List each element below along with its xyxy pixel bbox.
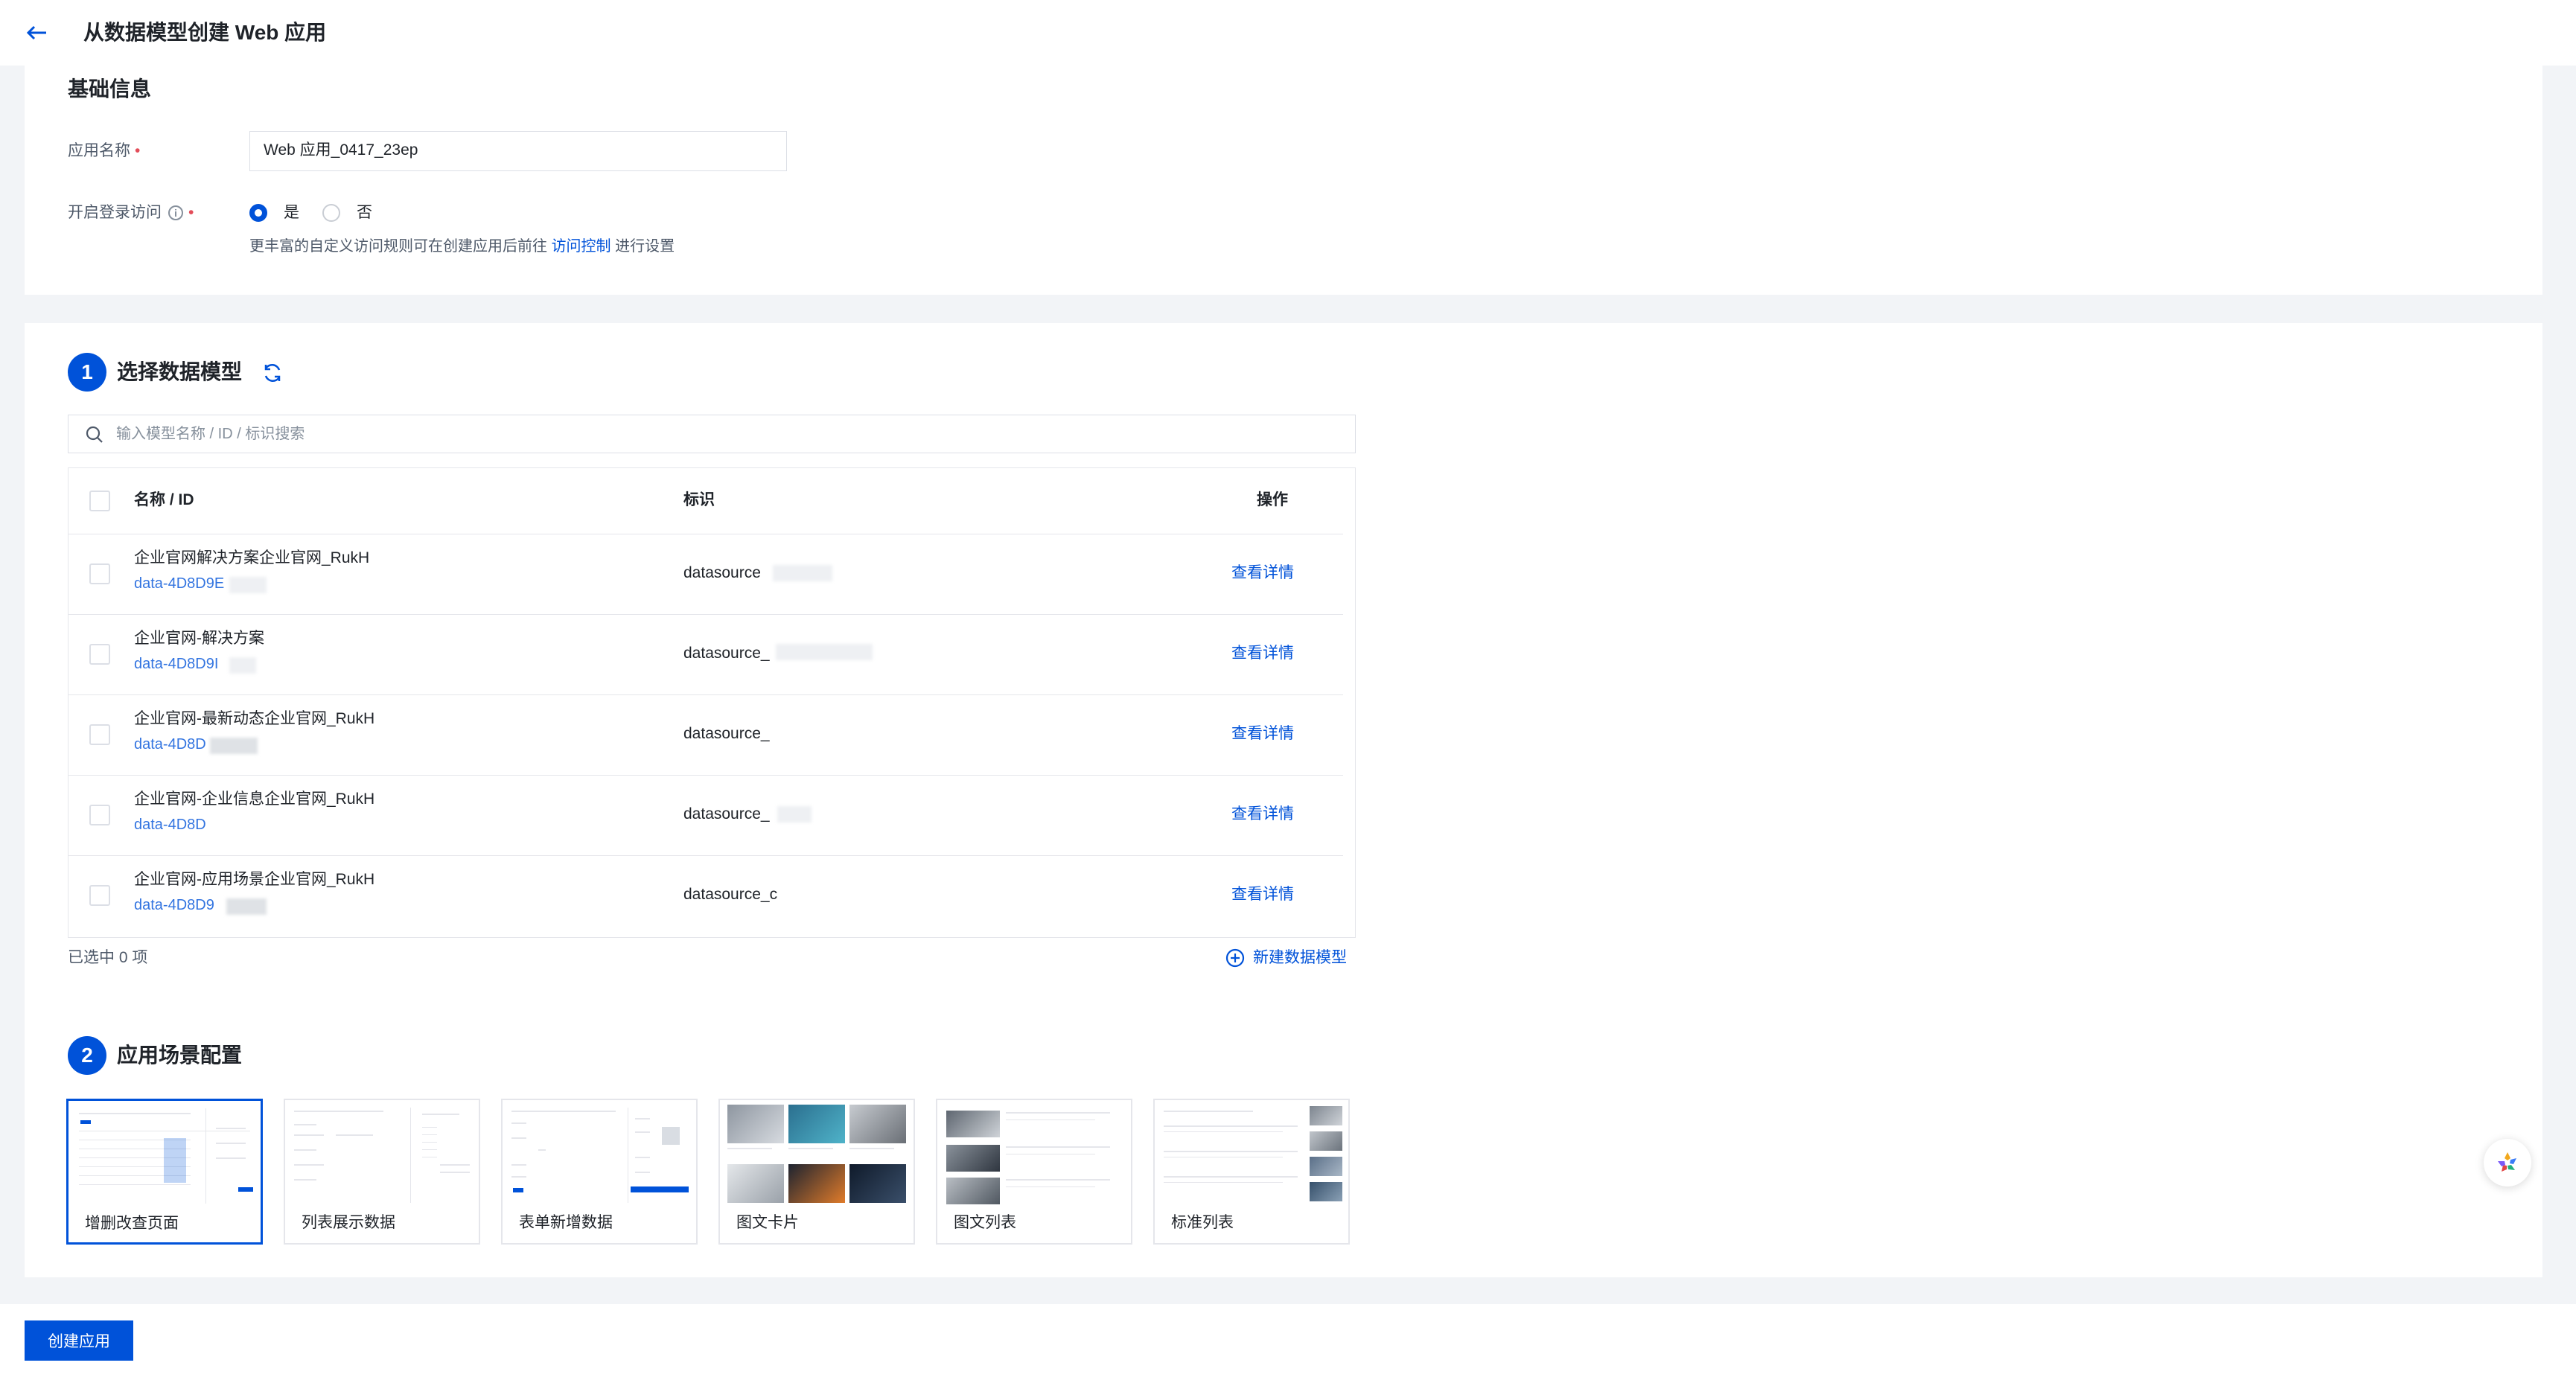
step-1-badge: 1	[68, 353, 106, 392]
template-label: 图文列表	[954, 1214, 1016, 1231]
page-title: 从数据模型创建 Web 应用	[83, 21, 327, 44]
row-name: 企业官网解决方案企业官网_RukH	[134, 549, 370, 566]
row-checkbox[interactable]	[89, 885, 110, 906]
info-icon[interactable]	[168, 205, 184, 221]
view-details-link[interactable]: 查看详情	[1231, 884, 1294, 906]
table-row: 企业官网-应用场景企业官网_RukH data-4D8D9 datasource…	[68, 855, 1343, 936]
template-thumbnail	[1161, 1105, 1342, 1207]
app-name-input[interactable]: Web 应用_0417_23ep	[249, 131, 787, 171]
login-no-radio[interactable]	[322, 204, 340, 222]
table-header: 名称 / ID 标识 操作	[68, 468, 1343, 534]
required-mark: •	[188, 204, 194, 221]
row-id: data-4D8D	[134, 736, 206, 753]
row-name: 企业官网-企业信息企业官网_RukH	[134, 790, 375, 808]
row-checkbox[interactable]	[89, 805, 110, 825]
row-name: 企业官网-最新动态企业官网_RukH	[134, 710, 375, 727]
row-checkbox[interactable]	[89, 644, 110, 665]
access-control-link[interactable]: 访问控制	[552, 238, 611, 255]
template-thumbnail	[508, 1105, 690, 1207]
plus-circle-icon	[1225, 948, 1245, 968]
footer-bar: 创建应用	[0, 1304, 2576, 1383]
login-yes-radio[interactable]	[249, 204, 267, 222]
template-crud-page[interactable]: 增删改查页面	[66, 1099, 263, 1245]
data-model-table: 名称 / ID 标识 操作 企业官网解决方案企业官网_RukH data-4D8…	[68, 467, 1356, 938]
redaction	[226, 898, 267, 915]
template-label: 标准列表	[1171, 1214, 1234, 1231]
row-id: data-4D8D9I	[134, 656, 219, 672]
app-name-label: 应用名称 •	[68, 142, 141, 159]
template-label: 增删改查页面	[85, 1215, 179, 1232]
row-ident: datasource_	[683, 645, 770, 662]
col-ident: 标识	[683, 491, 715, 508]
col-name: 名称 / ID	[134, 491, 194, 508]
template-thumbnail	[74, 1105, 256, 1208]
redaction	[773, 565, 832, 581]
step-2-title: 应用场景配置	[117, 1044, 243, 1067]
template-list-display[interactable]: 列表展示数据	[284, 1099, 480, 1245]
template-thumbnail	[291, 1105, 473, 1207]
basic-info-title: 基础信息	[68, 77, 152, 100]
table-row: 企业官网-解决方案 data-4D8D9I datasource_ 查看详情	[68, 614, 1343, 695]
view-details-link[interactable]: 查看详情	[1231, 723, 1294, 745]
template-standard-list[interactable]: 标准列表	[1153, 1099, 1350, 1245]
view-details-link[interactable]: 查看详情	[1231, 642, 1294, 665]
row-id: data-4D8D	[134, 817, 206, 833]
row-checkbox[interactable]	[89, 563, 110, 584]
row-checkbox[interactable]	[89, 724, 110, 745]
step-1-title: 选择数据模型	[117, 360, 243, 383]
login-no-label[interactable]: 否	[357, 202, 372, 224]
redaction	[776, 644, 873, 660]
redaction	[229, 657, 256, 674]
new-model-label: 新建数据模型	[1253, 949, 1347, 966]
select-all-checkbox[interactable]	[89, 491, 110, 511]
model-search-input[interactable]: 输入模型名称 / ID / 标识搜索	[68, 415, 1356, 453]
view-details-link[interactable]: 查看详情	[1231, 803, 1294, 825]
login-access-label: 开启登录访问 •	[68, 202, 194, 224]
row-ident: datasource_	[683, 805, 770, 823]
table-row: 企业官网解决方案企业官网_RukH data-4D8D9E datasource…	[68, 534, 1343, 615]
search-placeholder: 输入模型名称 / ID / 标识搜索	[116, 426, 305, 442]
login-hint: 更丰富的自定义访问规则可在创建应用后前往 访问控制 进行设置	[249, 238, 675, 255]
template-label: 表单新增数据	[519, 1214, 613, 1231]
new-model-button[interactable]: 新建数据模型	[1225, 947, 1347, 969]
template-label: 图文卡片	[736, 1214, 799, 1231]
assistant-button[interactable]	[2484, 1139, 2531, 1186]
back-button[interactable]	[22, 18, 52, 48]
basic-info-card: 基础信息 应用名称 • Web 应用_0417_23ep 开启登录访问 • 是 否…	[25, 66, 2542, 295]
redaction	[777, 806, 812, 823]
config-card: 1 选择数据模型 输入模型名称 / ID / 标识搜索 名称 / ID 标识 操…	[25, 323, 2542, 1277]
refresh-icon[interactable]	[261, 362, 284, 384]
row-name: 企业官网-解决方案	[134, 630, 264, 647]
table-row: 企业官网-企业信息企业官网_RukH data-4D8D datasource_…	[68, 775, 1343, 856]
row-name: 企业官网-应用场景企业官网_RukH	[134, 871, 375, 888]
assistant-icon	[2498, 1152, 2516, 1172]
view-details-link[interactable]: 查看详情	[1231, 562, 1294, 584]
search-icon	[86, 426, 103, 443]
row-ident: datasource	[683, 564, 761, 581]
col-op: 操作	[1257, 491, 1288, 508]
row-ident: datasource_c	[683, 886, 778, 903]
template-form-add[interactable]: 表单新增数据	[501, 1099, 698, 1245]
redaction	[210, 738, 258, 754]
arrow-left-icon	[27, 25, 46, 40]
row-id: data-4D8D9	[134, 897, 214, 913]
template-label: 列表展示数据	[302, 1214, 395, 1231]
step-2-badge: 2	[68, 1036, 106, 1075]
top-bar: 从数据模型创建 Web 应用	[0, 0, 2576, 66]
row-id: data-4D8D9E	[134, 575, 225, 592]
template-thumbnail	[726, 1105, 908, 1207]
row-ident: datasource_	[683, 725, 770, 742]
create-app-button[interactable]: 创建应用	[25, 1320, 133, 1361]
login-yes-label[interactable]: 是	[284, 202, 299, 224]
table-row: 企业官网-最新动态企业官网_RukH data-4D8D datasource_…	[68, 694, 1343, 776]
template-thumbnail	[943, 1105, 1125, 1207]
required-mark: •	[135, 142, 141, 159]
template-image-card[interactable]: 图文卡片	[718, 1099, 915, 1245]
redaction	[229, 577, 267, 593]
selected-count: 已选中 0 项	[68, 949, 148, 966]
template-image-list[interactable]: 图文列表	[936, 1099, 1132, 1245]
